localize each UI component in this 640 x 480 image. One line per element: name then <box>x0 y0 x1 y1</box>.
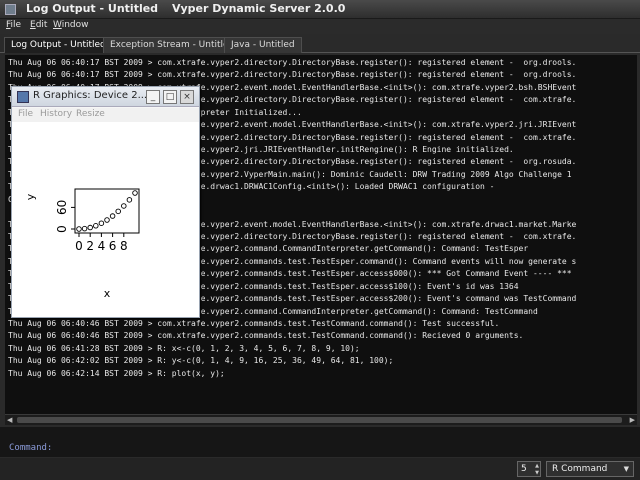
tab-exception-stream[interactable]: Exception Stream - Untitled <box>103 37 242 53</box>
bottom-bar: 5 ▲ ▼ R Command ▼ <box>0 458 640 480</box>
r-graphics-window[interactable]: R Graphics: Device 2... _ □ × File Histo… <box>11 86 200 318</box>
r-window-title: R Graphics: Device 2... <box>33 90 148 101</box>
r-menu-file[interactable]: File <box>18 109 33 119</box>
data-point <box>104 217 110 223</box>
data-point <box>126 197 133 203</box>
r-window-title-bar[interactable]: R Graphics: Device 2... _ □ × <box>12 87 199 107</box>
tab-bar: Log Output - Untitled× Exception Stream … <box>0 36 640 53</box>
scatter-plot: 0 2 4 6 8060xy <box>24 188 140 300</box>
data-point <box>81 225 88 232</box>
y-axis-label: y <box>24 193 37 200</box>
log-line: Thu Aug 06 06:40:46 BST 2009 > com.xtraf… <box>8 319 500 329</box>
spinner-up-icon[interactable]: ▲ <box>535 463 539 469</box>
command-mode-value: R Command <box>552 464 608 474</box>
menu-bar: File Edit Window <box>0 19 640 34</box>
chevron-down-icon: ▼ <box>623 465 629 473</box>
log-line: Thu Aug 06 06:40:17 BST 2009 > com.xtraf… <box>8 70 577 80</box>
app-icon <box>5 4 16 15</box>
y-tick-label: 0 <box>55 225 69 233</box>
x-tick-label: 0 <box>75 239 83 253</box>
data-point <box>121 203 127 209</box>
menu-window[interactable]: Window <box>53 20 89 30</box>
data-point <box>132 190 138 196</box>
tab-java[interactable]: Java - Untitled <box>224 37 302 53</box>
window-title: Log Output - Untitled <box>26 2 159 15</box>
log-line: Thu Aug 06 06:40:46 BST 2009 > com.xtraf… <box>8 331 524 341</box>
tab-label: Java - Untitled <box>231 40 295 50</box>
minimize-button[interactable]: _ <box>146 90 160 104</box>
log-line: Thu Aug 06 06:42:02 BST 2009 > R: y<-c(0… <box>8 356 394 366</box>
x-tick-label: 4 <box>98 239 106 253</box>
x-tick-label: 8 <box>120 239 128 253</box>
close-button[interactable]: × <box>180 90 194 104</box>
log-line: Thu Aug 06 06:42:14 BST 2009 > R: plot(x… <box>8 368 225 378</box>
y-tick-label: 60 <box>55 200 69 215</box>
maximize-button[interactable]: □ <box>163 90 177 104</box>
r-plot-area: 0 2 4 6 8 0 60 x y <box>12 122 199 317</box>
horizontal-scrollbar[interactable]: ◀ ▶ <box>5 414 637 425</box>
r-menu-resize[interactable]: Resize <box>76 109 105 119</box>
r-window-menu: File History Resize <box>12 108 199 122</box>
x-axis-label: x <box>104 287 111 300</box>
command-label: Command: <box>9 443 53 453</box>
history-spinner[interactable]: 5 ▲ ▼ <box>517 461 541 477</box>
spinner-value: 5 <box>521 464 527 474</box>
log-line: Thu Aug 06 06:40:17 BST 2009 > com.xtraf… <box>8 58 577 67</box>
scrollbar-thumb[interactable] <box>17 417 622 423</box>
command-area: Command: <box>0 427 640 457</box>
tab-label: Log Output - Untitled <box>11 40 106 50</box>
menu-edit[interactable]: Edit <box>30 20 47 30</box>
spinner-down-icon[interactable]: ▼ <box>535 470 539 476</box>
title-bar: Log Output - Untitled Vyper Dynamic Serv… <box>0 0 640 19</box>
data-point <box>87 224 93 231</box>
x-tick-label: 6 <box>109 239 117 253</box>
data-point <box>109 213 116 219</box>
scroll-right-icon[interactable]: ▶ <box>630 416 635 424</box>
command-input[interactable] <box>54 441 634 455</box>
data-point <box>76 226 82 232</box>
x-tick-label: 2 <box>86 239 94 253</box>
r-menu-history[interactable]: History <box>40 109 72 119</box>
r-logo-icon <box>17 91 29 103</box>
data-point <box>93 223 99 229</box>
data-point <box>98 220 105 226</box>
tab-label: Exception Stream - Untitled <box>110 40 235 50</box>
scroll-left-icon[interactable]: ◀ <box>7 416 12 424</box>
command-mode-select[interactable]: R Command ▼ <box>546 461 634 477</box>
menu-file[interactable]: File <box>6 20 21 30</box>
log-line: Thu Aug 06 06:41:28 BST 2009 > R: x<-c(0… <box>8 343 360 353</box>
server-title: Vyper Dynamic Server 2.0.0 <box>172 2 346 15</box>
data-point <box>115 208 121 215</box>
